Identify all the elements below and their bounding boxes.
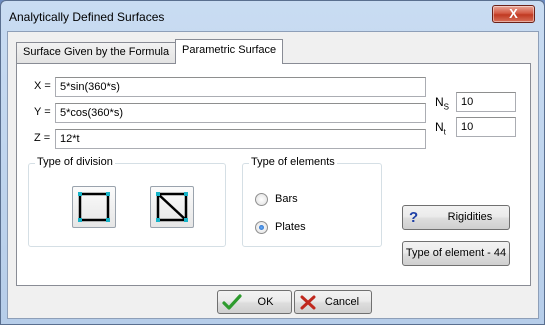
close-button[interactable]: X xyxy=(492,5,535,23)
bars-radio[interactable] xyxy=(255,193,268,206)
diagonal-division-button[interactable] xyxy=(150,186,194,228)
ns-label-main: N xyxy=(435,95,444,109)
checkmark-icon xyxy=(222,294,242,310)
plates-radio[interactable] xyxy=(255,221,268,234)
nt-label-main: N xyxy=(435,120,444,134)
nt-label: Nt xyxy=(435,120,446,136)
rigidities-label: Rigidities xyxy=(447,211,493,223)
nt-input[interactable]: 10 xyxy=(456,117,516,137)
y-label: Y = xyxy=(34,106,51,118)
z-label: Z = xyxy=(34,132,51,144)
z-formula-input[interactable]: 12*t xyxy=(55,129,426,149)
bars-radio-label: Bars xyxy=(275,193,298,205)
ok-label: OK xyxy=(257,296,274,308)
tab-panel-parametric: X = 5*sin(360*s) Y = 5*cos(360*s) Z = 12… xyxy=(16,63,531,286)
ok-button[interactable]: OK xyxy=(217,290,292,314)
ns-input[interactable]: 10 xyxy=(456,92,516,112)
x-label: X = xyxy=(34,80,51,92)
cancel-button[interactable]: Cancel xyxy=(294,290,372,314)
rigidities-button[interactable]: ? Rigidities xyxy=(402,205,510,230)
nt-label-sub: t xyxy=(443,127,446,137)
square-division-button[interactable] xyxy=(72,186,116,228)
ns-label: NS xyxy=(435,95,449,111)
square-division-icon xyxy=(78,192,110,222)
ns-label-sub: S xyxy=(443,102,450,112)
dialog-window: Analytically Defined Surfaces X Surface … xyxy=(0,0,545,325)
diagonal-division-icon xyxy=(156,192,188,222)
window-title: Analytically Defined Surfaces xyxy=(9,10,165,24)
type-of-division-title: Type of division xyxy=(35,156,115,168)
type-of-elements-title: Type of elements xyxy=(249,156,337,168)
y-formula-input[interactable]: 5*cos(360*s) xyxy=(55,103,426,123)
dialog-client-area: Surface Given by the Formula Parametric … xyxy=(7,31,539,319)
tab-parametric-surface[interactable]: Parametric Surface xyxy=(175,39,284,64)
x-formula-input[interactable]: 5*sin(360*s) xyxy=(55,77,426,97)
plates-radio-label: Plates xyxy=(275,221,306,233)
cross-icon xyxy=(300,295,316,310)
cancel-label: Cancel xyxy=(324,296,360,308)
type-of-element-button[interactable]: Type of element - 44 xyxy=(402,241,510,266)
question-icon: ? xyxy=(409,209,419,226)
tab-surface-given-by-formula[interactable]: Surface Given by the Formula xyxy=(16,42,177,63)
type-of-elements-group: Type of elements Bars Plates xyxy=(242,156,382,247)
type-of-division-group: Type of division xyxy=(28,156,226,247)
close-icon: X xyxy=(509,6,518,21)
